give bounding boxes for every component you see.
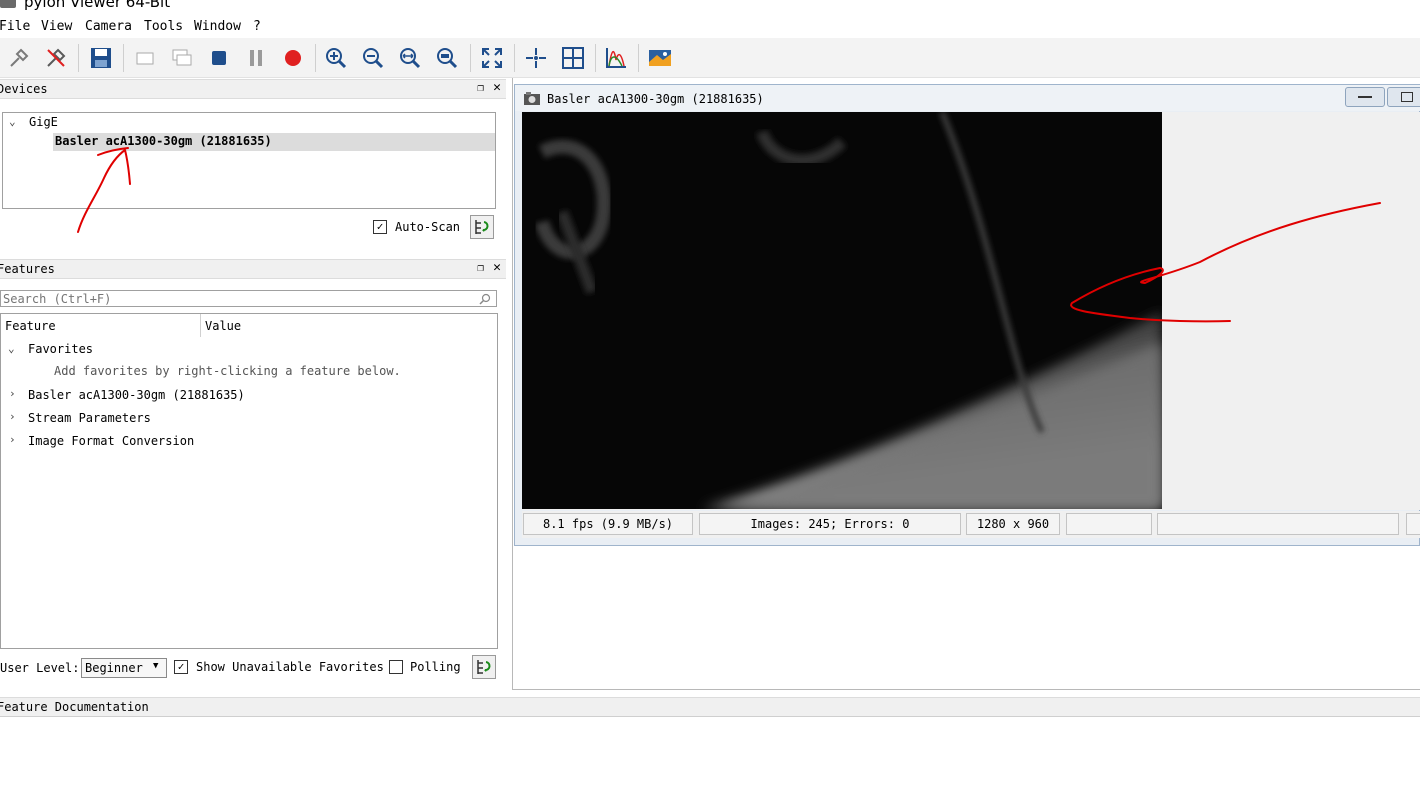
camera-icon <box>524 92 540 105</box>
features-tree: Feature Value ⌄ Favorites Add favorites … <box>0 313 498 649</box>
open-device-icon[interactable] <box>5 44 33 72</box>
menu-bar: File View Camera Tools Window ? <box>0 16 1420 38</box>
close-icon[interactable]: ✕ <box>493 260 501 275</box>
features-panel-title: Features <box>0 262 55 276</box>
chevron-right-icon[interactable]: › <box>9 410 16 423</box>
user-level-select[interactable]: Beginner ▼ <box>81 658 167 678</box>
image-window: Basler acA1300-30gm (21881635) 8.1 fps (… <box>514 84 1420 546</box>
zoom-100-icon[interactable] <box>433 44 461 72</box>
grid-icon[interactable] <box>559 44 587 72</box>
image-view-icon[interactable] <box>646 44 674 72</box>
float-icon[interactable]: ❐ <box>477 261 484 274</box>
stop-icon[interactable] <box>205 44 233 72</box>
column-divider[interactable] <box>200 314 201 337</box>
image-statusbar: 8.1 fps (9.9 MB/s) Images: 245; Errors: … <box>522 511 1420 538</box>
menu-tools[interactable]: Tools <box>144 19 183 34</box>
menu-window[interactable]: Window <box>194 19 241 34</box>
menu-camera[interactable]: Camera <box>85 19 132 34</box>
crosshair-icon[interactable] <box>522 44 550 72</box>
menu-help[interactable]: ? <box>253 19 261 34</box>
feature-documentation-header: Feature Documentation <box>0 697 1420 717</box>
fullscreen-icon[interactable] <box>478 44 506 72</box>
maximize-icon <box>1401 92 1413 102</box>
tree-item-favorites[interactable]: Favorites <box>28 342 93 356</box>
toolbar-separator <box>470 44 471 72</box>
status-cell <box>1406 513 1420 535</box>
single-shot-icon[interactable] <box>131 44 159 72</box>
zoom-out-icon[interactable] <box>359 44 387 72</box>
fps-readout: 8.1 fps (9.9 MB/s) <box>523 513 693 535</box>
show-unavailable-checkbox[interactable]: ✓ <box>174 660 188 674</box>
close-device-icon[interactable] <box>42 44 70 72</box>
refresh-icon <box>477 660 491 674</box>
search-icon[interactable] <box>479 293 491 305</box>
auto-scan-label: Auto-Scan <box>395 220 461 234</box>
float-icon[interactable]: ❐ <box>477 81 484 94</box>
toolbar-separator <box>514 44 515 72</box>
features-panel-header: Features ❐ ✕ <box>0 259 506 279</box>
devices-tree: ⌄ GigE Basler acA1300-30gm (21881635) <box>2 112 496 209</box>
record-icon[interactable] <box>279 44 307 72</box>
column-header-feature[interactable]: Feature <box>5 319 56 333</box>
refresh-devices-button[interactable] <box>470 215 494 239</box>
resolution-readout: 1280 x 960 <box>966 513 1060 535</box>
zoom-in-icon[interactable] <box>322 44 350 72</box>
menu-file[interactable]: File <box>0 19 30 34</box>
status-cell <box>1066 513 1152 535</box>
auto-scan-checkbox[interactable]: ✓ <box>373 220 387 234</box>
chevron-down-icon[interactable]: ⌄ <box>8 342 15 355</box>
minimize-icon <box>1358 96 1372 98</box>
minimize-button[interactable] <box>1345 87 1385 107</box>
menu-view[interactable]: View <box>41 19 72 34</box>
column-header-value[interactable]: Value <box>205 319 241 333</box>
features-search-box[interactable] <box>0 290 497 307</box>
toolbar-separator <box>123 44 124 72</box>
camera-image[interactable] <box>522 112 1162 509</box>
device-group-gige[interactable]: GigE <box>29 115 58 129</box>
toolbar-separator <box>315 44 316 72</box>
image-window-title: Basler acA1300-30gm (21881635) <box>547 92 764 106</box>
polling-checkbox[interactable] <box>389 660 403 674</box>
app-icon <box>0 0 16 8</box>
tree-item-image-format-conversion[interactable]: Image Format Conversion <box>28 434 194 448</box>
device-item[interactable]: Basler acA1300-30gm (21881635) <box>55 134 272 148</box>
close-icon[interactable]: ✕ <box>493 80 501 95</box>
user-level-value: Beginner <box>85 661 143 675</box>
feature-documentation-title: Feature Documentation <box>0 700 149 714</box>
toolbar <box>0 38 1420 78</box>
selected-device-row[interactable]: Basler acA1300-30gm (21881635) <box>53 133 495 151</box>
zoom-fit-icon[interactable] <box>396 44 424 72</box>
pause-icon[interactable] <box>242 44 270 72</box>
histogram-icon[interactable] <box>602 44 630 72</box>
window-title: pylon Viewer 64-Bit <box>24 0 171 11</box>
image-window-titlebar[interactable]: Basler acA1300-30gm (21881635) <box>515 85 1420 111</box>
dropdown-arrow-icon: ▼ <box>153 661 159 671</box>
devices-panel-title: Devices <box>0 82 48 96</box>
maximize-button[interactable] <box>1387 87 1420 107</box>
devices-panel-header: Devices ❐ ✕ <box>0 79 506 99</box>
toolbar-separator <box>595 44 596 72</box>
favorites-hint: Add favorites by right-clicking a featur… <box>54 364 401 378</box>
image-viewport[interactable] <box>522 112 1420 510</box>
user-level-label: User Level: <box>0 661 80 675</box>
refresh-features-button[interactable] <box>472 655 496 679</box>
refresh-icon <box>475 220 489 234</box>
status-cell <box>1157 513 1399 535</box>
continuous-shot-icon[interactable] <box>168 44 196 72</box>
chevron-right-icon[interactable]: › <box>9 387 16 400</box>
title-bar: pylon Viewer 64-Bit <box>0 0 1420 12</box>
toolbar-separator <box>78 44 79 72</box>
tree-item-stream-parameters[interactable]: Stream Parameters <box>28 411 151 425</box>
chevron-right-icon[interactable]: › <box>9 433 16 446</box>
tree-item-camera[interactable]: Basler acA1300-30gm (21881635) <box>28 388 245 402</box>
show-unavailable-label: Show Unavailable Favorites <box>196 660 384 674</box>
search-input[interactable] <box>3 291 473 306</box>
polling-label: Polling <box>410 660 461 674</box>
images-errors-readout: Images: 245; Errors: 0 <box>699 513 961 535</box>
save-icon[interactable] <box>87 44 115 72</box>
toolbar-separator <box>638 44 639 72</box>
chevron-down-icon[interactable]: ⌄ <box>9 115 16 128</box>
